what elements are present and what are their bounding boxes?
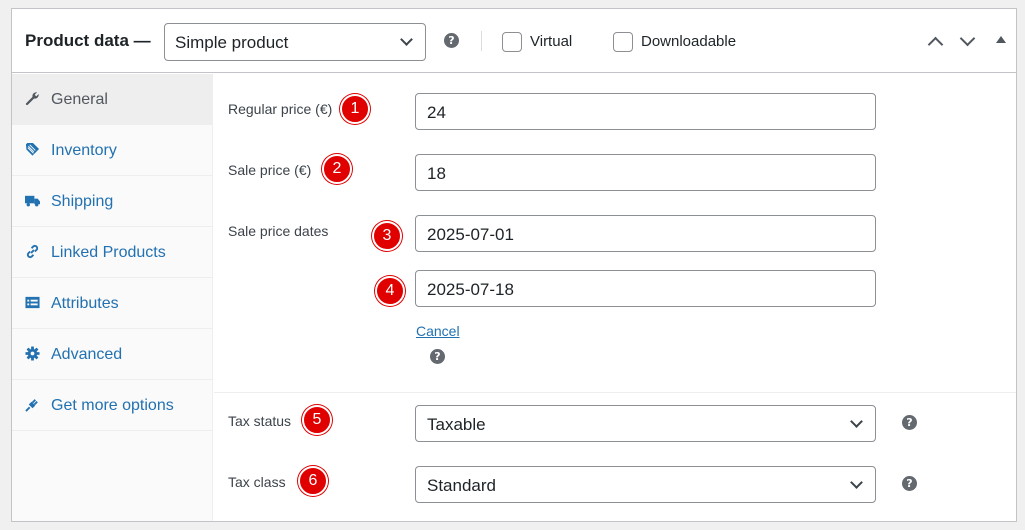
general-panel: Regular price (€) 1 24 Sale price (€) 2 … [214,74,1016,521]
tax-status-label: Tax status [228,413,292,429]
product-type-value: Simple product [175,33,289,52]
link-icon [26,244,39,259]
product-data-header: Product data — Simple product ? Virtual … [12,9,1016,73]
product-data-panel: Product data — Simple product ? Virtual … [11,8,1017,522]
tab-general[interactable]: General [12,74,213,125]
tab-linked-products-label: Linked Products [51,244,166,261]
tab-get-more-options-label: Get more options [51,397,174,414]
virtual-label: Virtual [530,33,573,50]
tax-status-select[interactable]: Taxable [415,405,876,442]
tab-attributes-label: Attributes [51,295,119,312]
section-divider [214,392,1016,393]
chevron-down-icon [850,476,863,489]
tab-advanced-label: Advanced [51,346,123,363]
list-icon [25,296,40,309]
annotation-badge-4: 4 [375,276,405,306]
help-icon[interactable]: ? [444,33,459,48]
annotation-badge-2: 2 [322,154,352,184]
move-up-icon[interactable] [927,36,944,53]
tax-class-label: Tax class [228,474,286,490]
tab-inventory-label: Inventory [51,142,117,159]
annotation-badge-1: 1 [340,94,370,124]
sale-price-input[interactable]: 18 [415,154,876,191]
regular-price-input[interactable]: 24 [415,93,876,130]
tab-linked-products[interactable]: Linked Products [12,227,213,278]
tab-shipping[interactable]: Shipping [12,176,213,227]
collapse-toggle-icon[interactable] [996,36,1006,43]
truck-icon [25,195,40,207]
product-data-tabs: General Inventory Shipping Linked Produc… [12,74,213,521]
tax-class-value: Standard [427,476,496,495]
tab-inventory[interactable]: Inventory [12,125,213,176]
gear-icon [25,346,40,361]
annotation-badge-3: 3 [372,221,402,251]
tab-general-label: General [51,91,108,108]
cancel-schedule-link[interactable]: Cancel [416,323,460,339]
help-icon[interactable]: ? [902,476,917,491]
tax-class-select[interactable]: Standard [415,466,876,503]
panel-title: Product data — [25,31,151,50]
header-divider [481,31,482,51]
sale-date-to-input[interactable]: 2025-07-18 [415,270,876,307]
plug-icon [25,399,38,412]
tab-advanced[interactable]: Advanced [12,329,213,380]
tag-icon [25,142,40,156]
move-down-icon[interactable] [959,30,976,47]
sale-date-from-input[interactable]: 2025-07-01 [415,215,876,252]
tab-get-more-options[interactable]: Get more options [12,380,213,431]
chevron-down-icon [400,33,413,46]
sale-price-label: Sale price (€) [228,162,312,178]
annotation-badge-5: 5 [302,405,332,435]
virtual-checkbox[interactable] [502,32,522,52]
help-icon[interactable]: ? [430,349,445,364]
product-type-select[interactable]: Simple product [164,23,426,61]
wrench-icon [25,92,39,106]
tab-attributes[interactable]: Attributes [12,278,213,329]
annotation-badge-6: 6 [298,466,328,496]
tab-shipping-label: Shipping [51,193,114,210]
downloadable-checkbox[interactable] [613,32,633,52]
chevron-down-icon [850,415,863,428]
downloadable-label: Downloadable [641,33,737,50]
tax-status-value: Taxable [427,415,486,434]
regular-price-label: Regular price (€) [228,101,333,117]
help-icon[interactable]: ? [902,415,917,430]
sale-date-from-value: 2025-07-01 [427,225,514,244]
sale-price-value: 18 [427,164,446,183]
sale-price-dates-label: Sale price dates [228,223,329,239]
sale-date-to-value: 2025-07-18 [427,280,514,299]
regular-price-value: 24 [427,103,446,122]
